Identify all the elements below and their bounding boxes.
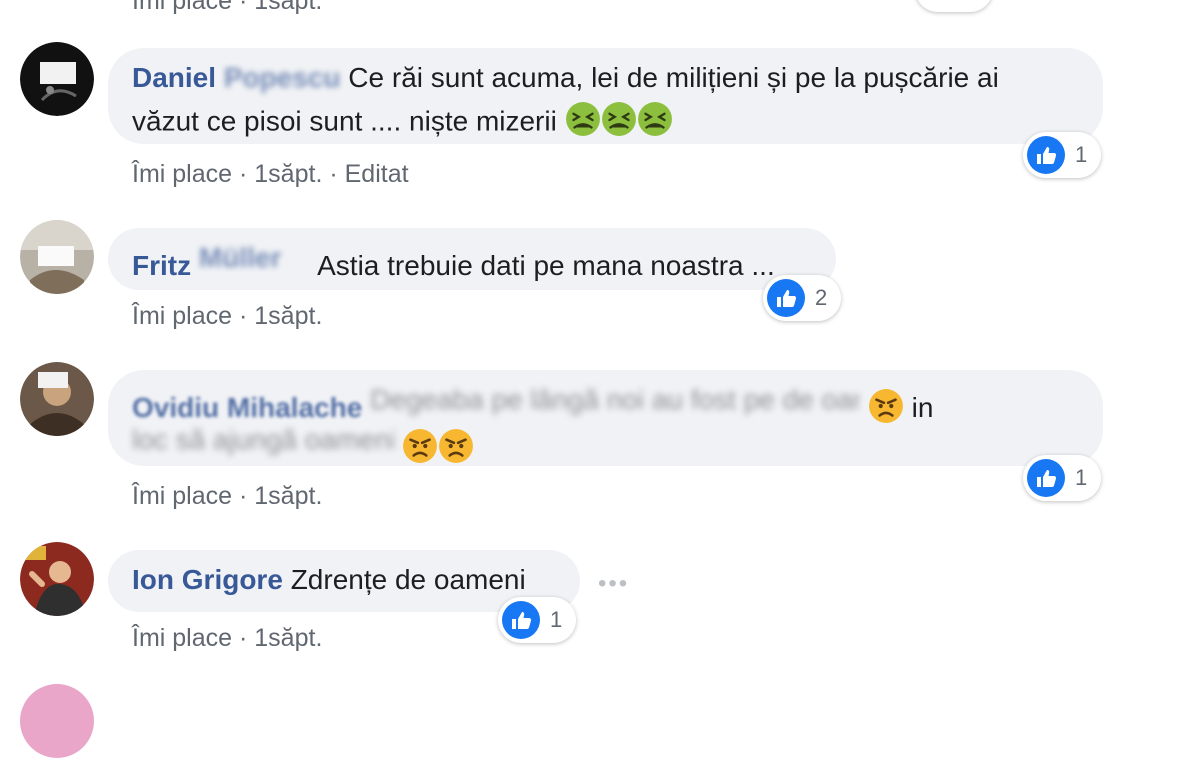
comment-actions-daniel: Îmi place · 1săpt. · Editat: [132, 160, 409, 188]
reaction-count: 1: [1075, 465, 1088, 490]
avatar-ovidiu[interactable]: [20, 362, 94, 436]
reaction-count: 1: [550, 607, 563, 632]
comment-text-ion: Zdrențe de oameni: [290, 564, 526, 595]
reaction-badge-ovidiu[interactable]: 1: [1023, 455, 1102, 501]
like-link[interactable]: Îmi place: [132, 302, 232, 330]
avatar-daniel[interactable]: [20, 42, 94, 116]
comment-line-2: văzut ce pisoi sunt .... niște mizerii: [132, 100, 673, 145]
avatar-ion-grigore[interactable]: [20, 542, 94, 616]
previous-reaction-badge[interactable]: [915, 0, 993, 12]
author-name-ovidiu[interactable]: Ovidiu Mihalache: [132, 392, 362, 423]
author-name-redacted: Müller: [198, 242, 282, 273]
reaction-badge-fritz[interactable]: 2: [763, 275, 842, 321]
nauseated-face-icon: [564, 100, 601, 145]
nauseated-face-icon: [636, 100, 673, 145]
timestamp-link[interactable]: 1săpt.: [254, 482, 322, 510]
comment-text-daniel-line1: Ce răi sunt acuma, lei de milițieni și p…: [348, 62, 999, 93]
angry-face-icon: [867, 387, 905, 432]
reaction-count: 2: [815, 285, 828, 310]
more-options-icon[interactable]: •••: [598, 570, 629, 598]
comment-text-daniel-line2: văzut ce pisoi sunt .... niște mizerii: [132, 105, 557, 137]
avatar-fritz[interactable]: [20, 220, 94, 294]
angry-face-icon: [437, 427, 474, 472]
edited-link[interactable]: Editat: [345, 160, 409, 188]
reaction-count: 1: [1075, 142, 1088, 167]
author-name-daniel[interactable]: Daniel: [132, 62, 216, 93]
timestamp-link[interactable]: 1săpt.: [254, 624, 322, 652]
reaction-badge-daniel[interactable]: 1: [1023, 132, 1102, 178]
comment-line-ion: Ion Grigore Zdrențe de oameni: [132, 563, 526, 597]
comment-line-fritz: Fritz Müller Astia trebuie dati pe mana …: [132, 241, 775, 283]
angry-face-icon: [401, 427, 438, 472]
comment-text-fritz: Astia trebuie dati pe mana noastra ...: [317, 250, 775, 281]
like-reaction-icon: [502, 601, 540, 639]
timestamp-link[interactable]: 1săpt.: [254, 302, 322, 330]
comment-line-1: Daniel Popescu Ce răi sunt acuma, lei de…: [132, 61, 999, 95]
comment-actions-ion: Îmi place · 1săpt.: [132, 624, 323, 652]
comment-text-ovidiu-end: in: [911, 392, 934, 423]
author-name-fritz[interactable]: Fritz: [132, 250, 191, 281]
like-reaction-icon: [1027, 459, 1065, 497]
comment-actions-ovidiu: Îmi place · 1săpt.: [132, 482, 323, 510]
author-name-ion-grigore[interactable]: Ion Grigore: [132, 564, 283, 595]
like-link[interactable]: Îmi place: [132, 482, 232, 510]
nauseated-face-icon: [600, 100, 637, 145]
like-link[interactable]: Îmi place: [132, 160, 232, 188]
comment-actions-fritz: Îmi place · 1săpt.: [132, 302, 323, 330]
avatar-next-comment[interactable]: [20, 684, 94, 758]
previous-comment-meta: Îmi place · 1săpt.: [132, 0, 323, 15]
reaction-badge-ion[interactable]: 1: [498, 597, 577, 643]
timestamp-link[interactable]: 1săpt.: [254, 160, 322, 188]
comment-line-ovidiu-2: loc să ajungă oameni: [132, 423, 474, 472]
author-name-redacted: Popescu: [223, 62, 341, 93]
comment-text-redacted: loc să ajungă oameni: [132, 424, 394, 455]
like-link[interactable]: Îmi place: [132, 624, 232, 652]
comment-text-redacted: Degeaba pe lângă noi au fost pe de oamen…: [370, 384, 861, 415]
like-reaction-icon: [1027, 136, 1065, 174]
like-reaction-icon: [767, 279, 805, 317]
